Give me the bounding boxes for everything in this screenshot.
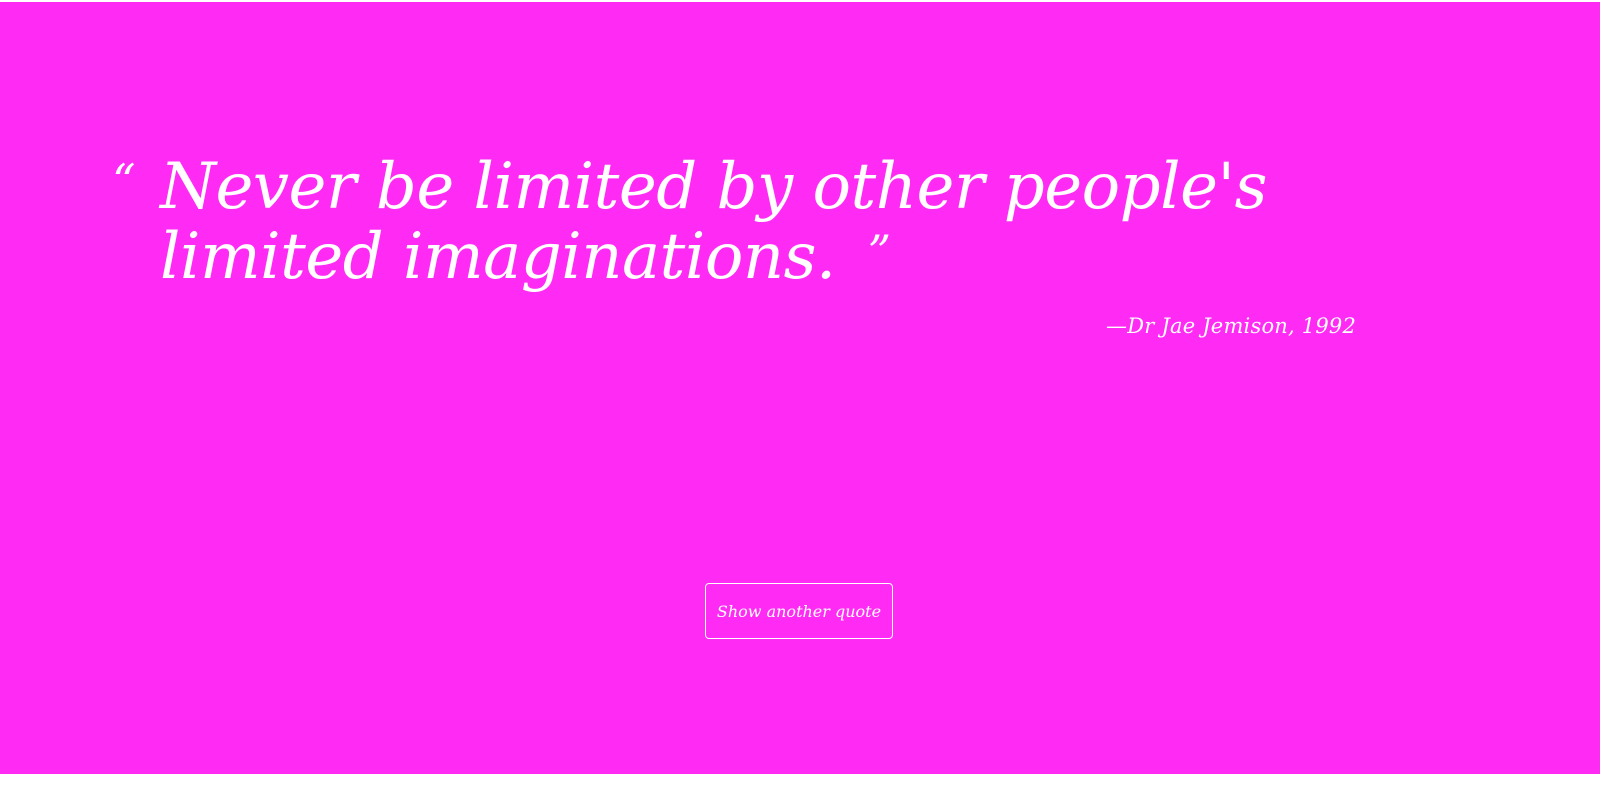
open-quote-mark: “ (112, 154, 136, 208)
quote-text-wrapper: Never be limited by other people's limit… (160, 152, 1372, 292)
quote-page-background: “ Never be limited by other people's lim… (0, 2, 1600, 774)
show-another-quote-button[interactable]: Show another quote (705, 583, 893, 639)
quote-block: “ Never be limited by other people's lim… (112, 152, 1372, 292)
quote-author: —Dr Jae Jemison, 1992 (1106, 314, 1357, 338)
close-quote-mark: ” (867, 225, 892, 279)
quote-text: Never be limited by other people's limit… (160, 150, 1267, 294)
